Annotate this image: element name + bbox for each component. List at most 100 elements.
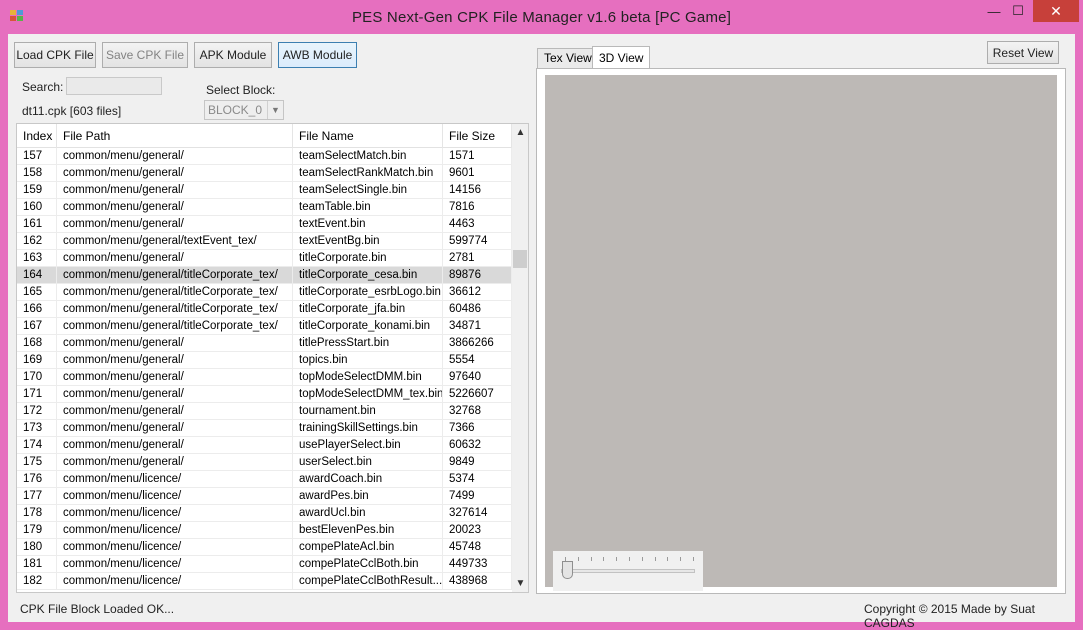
table-row[interactable]: 175 common/menu/general/userSelect.bin 984… xyxy=(17,454,512,471)
cell-file-path: common/menu/general/ xyxy=(57,199,293,216)
column-header-file-size[interactable]: File Size xyxy=(443,124,512,148)
column-header-file-path[interactable]: File Path xyxy=(57,124,293,148)
search-label: Search: xyxy=(22,80,64,94)
table-row[interactable]: 159 common/menu/general/teamSelectSingle.… xyxy=(17,182,512,199)
slider-track[interactable] xyxy=(561,569,695,573)
slider-tick xyxy=(616,557,618,561)
table-row[interactable]: 158 common/menu/general/teamSelectRankMat… xyxy=(17,165,512,182)
close-button[interactable]: ✕ xyxy=(1033,0,1079,22)
cell-index: 167 xyxy=(17,318,57,335)
cell-file-path: common/menu/general/ xyxy=(57,216,293,233)
cell-file-size: 327614 xyxy=(443,505,512,522)
table-row[interactable]: 162 common/menu/general/textEvent_tex/tex… xyxy=(17,233,512,250)
slider-tick xyxy=(641,557,643,561)
cell-file-name: topModeSelectDMM.bin xyxy=(293,369,443,386)
block-select[interactable]: BLOCK_0 ▼ xyxy=(204,100,284,120)
load-cpk-button[interactable]: Load CPK File xyxy=(14,42,96,68)
table-row[interactable]: 167 common/menu/general/titleCorporate_te… xyxy=(17,318,512,335)
cell-file-path: common/menu/general/textEvent_tex/ xyxy=(57,233,293,250)
minimize-button[interactable]: — xyxy=(983,0,1005,22)
cell-file-name: teamTable.bin xyxy=(293,199,443,216)
cell-file-size: 20023 xyxy=(443,522,512,539)
table-row[interactable]: 160 common/menu/general/teamTable.bin 7816 xyxy=(17,199,512,216)
cell-file-name: titleCorporate.bin xyxy=(293,250,443,267)
slider-tick xyxy=(654,557,656,561)
table-row[interactable]: 171 common/menu/general/topModeSelectDMM_… xyxy=(17,386,512,403)
table-row[interactable]: 176 common/menu/licence/awardCoach.bin 537… xyxy=(17,471,512,488)
scroll-up-icon[interactable]: ▲ xyxy=(512,124,528,141)
cell-file-name: awardPes.bin xyxy=(293,488,443,505)
3d-viewport[interactable] xyxy=(545,75,1057,591)
cell-file-name: awardCoach.bin xyxy=(293,471,443,488)
table-row[interactable]: 163 common/menu/general/titleCorporate.bi… xyxy=(17,250,512,267)
table-row[interactable]: 164 common/menu/general/titleCorporate_te… xyxy=(17,267,512,284)
table-row[interactable]: 179 common/menu/licence/bestElevenPes.bin… xyxy=(17,522,512,539)
awb-module-button[interactable]: AWB Module xyxy=(278,42,357,68)
cell-index: 169 xyxy=(17,352,57,369)
table-row[interactable]: 168 common/menu/general/titlePressStart.b… xyxy=(17,335,512,352)
zoom-slider[interactable] xyxy=(553,551,703,591)
select-block-label: Select Block: xyxy=(206,83,276,97)
cell-file-name: titleCorporate_konami.bin xyxy=(293,318,443,335)
window-title: PES Next-Gen CPK File Manager v1.6 beta … xyxy=(351,9,732,26)
cell-file-path: common/menu/general/ xyxy=(57,403,293,420)
table-row[interactable]: 178 common/menu/licence/awardUcl.bin 32761… xyxy=(17,505,512,522)
cell-index: 174 xyxy=(17,437,57,454)
table-header: Index File Path File Name File Size xyxy=(17,124,512,148)
cell-file-size: 438968 xyxy=(443,573,512,590)
table-row[interactable]: 161 common/menu/general/textEvent.bin 4463 xyxy=(17,216,512,233)
scroll-thumb[interactable] xyxy=(513,250,527,268)
table-row[interactable]: 173 common/menu/general/trainingSkillSett… xyxy=(17,420,512,437)
cell-index: 181 xyxy=(17,556,57,573)
table-row[interactable]: 170 common/menu/general/topModeSelectDMM.… xyxy=(17,369,512,386)
cell-file-size: 5554 xyxy=(443,352,512,369)
column-header-index[interactable]: Index xyxy=(17,124,57,148)
table-row[interactable]: 166 common/menu/general/titleCorporate_te… xyxy=(17,301,512,318)
cell-index: 171 xyxy=(17,386,57,403)
cell-index: 180 xyxy=(17,539,57,556)
search-input[interactable] xyxy=(66,77,162,95)
vertical-scrollbar[interactable]: ▲ ▼ xyxy=(512,124,528,592)
cell-file-size: 14156 xyxy=(443,182,512,199)
maximize-button[interactable]: ☐ xyxy=(1007,0,1029,22)
table-row[interactable]: 157 common/menu/general/teamSelectMatch.b… xyxy=(17,148,512,165)
tab-tex-view[interactable]: Tex View xyxy=(537,48,599,68)
cell-file-size: 89876 xyxy=(443,267,512,284)
slider-tick xyxy=(629,557,630,561)
cell-index: 161 xyxy=(17,216,57,233)
cell-file-name: usePlayerSelect.bin xyxy=(293,437,443,454)
table-row[interactable]: 181 common/menu/licence/compePlateCclBoth… xyxy=(17,556,512,573)
table-row[interactable]: 182 common/menu/licence/compePlateCclBoth… xyxy=(17,573,512,590)
title-bar[interactable]: PES Next-Gen CPK File Manager v1.6 beta … xyxy=(0,0,1083,34)
cell-file-path: common/menu/general/ xyxy=(57,250,293,267)
table-row[interactable]: 169 common/menu/general/topics.bin 5554 xyxy=(17,352,512,369)
cell-file-size: 7499 xyxy=(443,488,512,505)
table-row[interactable]: 172 common/menu/general/tournament.bin 327… xyxy=(17,403,512,420)
cell-file-size: 7366 xyxy=(443,420,512,437)
cell-file-name: topModeSelectDMM_tex.bin xyxy=(293,386,443,403)
save-cpk-button[interactable]: Save CPK File xyxy=(102,42,188,68)
table-row[interactable]: 165 common/menu/general/titleCorporate_te… xyxy=(17,284,512,301)
tab-3d-view[interactable]: 3D View xyxy=(592,46,651,69)
cell-file-size: 45748 xyxy=(443,539,512,556)
apk-module-button[interactable]: APK Module xyxy=(194,42,272,68)
file-table[interactable]: Index File Path File Name File Size 157 c… xyxy=(16,123,529,593)
cell-index: 170 xyxy=(17,369,57,386)
cell-file-path: common/menu/general/titleCorporate_tex/ xyxy=(57,267,293,284)
cell-file-path: common/menu/general/titleCorporate_tex/ xyxy=(57,318,293,335)
cell-file-name: titleCorporate_esrbLogo.bin xyxy=(293,284,443,301)
table-row[interactable]: 177 common/menu/licence/awardPes.bin 7499 xyxy=(17,488,512,505)
table-row[interactable]: 174 common/menu/general/usePlayerSelect.b… xyxy=(17,437,512,454)
slider-thumb[interactable] xyxy=(562,561,573,579)
chevron-down-icon[interactable]: ▼ xyxy=(267,101,283,119)
cell-file-path: common/menu/licence/ xyxy=(57,573,293,590)
cell-file-path: common/menu/licence/ xyxy=(57,471,293,488)
cell-file-size: 7816 xyxy=(443,199,512,216)
cell-file-path: common/menu/licence/ xyxy=(57,488,293,505)
table-row[interactable]: 180 common/menu/licence/compePlateAcl.bin… xyxy=(17,539,512,556)
column-header-file-name[interactable]: File Name xyxy=(293,124,443,148)
scroll-down-icon[interactable]: ▼ xyxy=(512,575,528,592)
cell-file-path: common/menu/licence/ xyxy=(57,522,293,539)
cell-file-size: 32768 xyxy=(443,403,512,420)
reset-view-button[interactable]: Reset View xyxy=(987,41,1059,64)
